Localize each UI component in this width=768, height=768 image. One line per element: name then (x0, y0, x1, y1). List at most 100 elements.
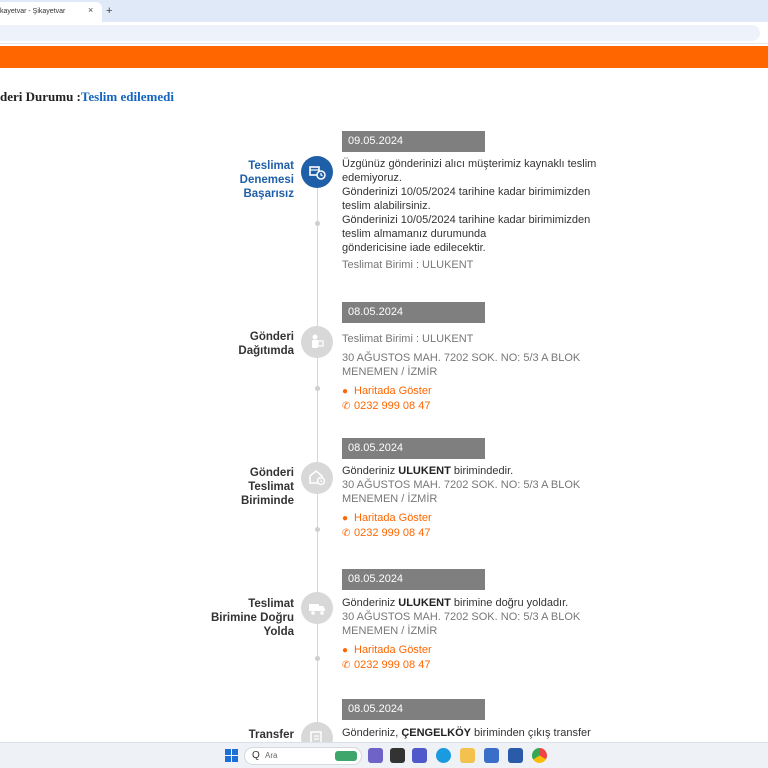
phone-number: 0232 999 08 47 (354, 527, 431, 539)
close-tab-icon[interactable]: × (88, 4, 98, 16)
timeline-entry-title: Transfer (194, 728, 294, 742)
message-text: Gönderiniz (342, 465, 399, 477)
taskbar-search[interactable]: Q Ara (244, 747, 362, 765)
title-line: Dağıtımda (238, 345, 294, 357)
delivery-unit: Teslimat Birimi : ULUKENT (342, 259, 474, 271)
message-text: birimine doğru yoldadır. (450, 597, 569, 609)
unit-name: ULUKENT (398, 597, 451, 609)
map-pin-icon: ● (342, 386, 349, 397)
chrome-icon[interactable] (532, 748, 547, 763)
title-line: Birimine Doğru (210, 612, 294, 624)
phone-icon: ✆ (342, 660, 351, 671)
address-line: MENEMEN / İZMİR (342, 625, 438, 637)
status-value: Teslim edilemedi (80, 89, 174, 104)
browser-tab-bar: kayetvar - Şikayetvar × + (0, 0, 768, 22)
phone-number: 0232 999 08 47 (354, 400, 431, 412)
entry-date: 09.05.2024 (342, 131, 485, 152)
search-placeholder: Ara (265, 751, 278, 760)
address-line: 30 AĞUSTOS MAH. 7202 SOK. NO: 5/3 A BLOK (342, 352, 581, 364)
map-link[interactable]: ● Haritada Göster (342, 384, 612, 399)
status-message: Gönderiniz, ÇENGELKÖY biriminden çıkış t… (342, 726, 612, 740)
browser-tab[interactable]: kayetvar - Şikayetvar (0, 2, 102, 22)
entry-details: Üzgünüz gönderinizi alıcı müşterimiz kay… (342, 157, 612, 272)
title-line: Teslimat (248, 160, 294, 172)
delivery-unit: Teslimat Birimi : ULUKENT (342, 333, 474, 345)
file-explorer-icon[interactable] (460, 748, 475, 763)
detail-line: teslim alabilirsiniz. (342, 200, 431, 212)
task-view-icon[interactable] (390, 748, 405, 763)
branch-icon (301, 462, 333, 494)
status-message: Gönderiniz ULUKENT birimine doğru yoldad… (342, 596, 612, 610)
detail-line: Üzgünüz gönderinizi alıcı müşterimiz kay… (342, 158, 597, 170)
url-field[interactable] (0, 25, 760, 41)
shipment-status: deri Durumu :Teslim edilemedi (0, 89, 174, 107)
unit-name: ÇENGELKÖY (401, 727, 471, 739)
address-line: 30 AĞUSTOS MAH. 7202 SOK. NO: 5/3 A BLOK (342, 611, 581, 623)
entry-details: Gönderiniz ULUKENT birimindedir. 30 AĞUS… (342, 464, 612, 541)
title-line: Transfer (248, 729, 294, 741)
timeline-dot (315, 221, 320, 226)
status-message: Gönderiniz ULUKENT birimindedir. (342, 464, 612, 478)
entry-details: Gönderiniz ULUKENT birimine doğru yoldad… (342, 596, 612, 673)
search-icon: Q (252, 750, 260, 761)
address-line: 30 AĞUSTOS MAH. 7202 SOK. NO: 5/3 A BLOK (342, 479, 581, 491)
detail-line: teslim almamanız durumunda (342, 228, 487, 240)
entry-date: 08.05.2024 (342, 302, 485, 323)
title-line: Denemesi (239, 174, 294, 186)
truck-icon (301, 592, 333, 624)
title-line: Teslimat (248, 598, 294, 610)
store-icon[interactable] (484, 748, 499, 763)
mail-icon[interactable] (508, 748, 523, 763)
entry-date: 08.05.2024 (342, 569, 485, 590)
address-line: MENEMEN / İZMİR (342, 493, 438, 505)
title-line: Teslimat (248, 481, 294, 493)
entry-date: 08.05.2024 (342, 699, 485, 720)
message-text: Gönderiniz (342, 597, 399, 609)
phone-icon: ✆ (342, 528, 351, 539)
phone-icon: ✆ (342, 401, 351, 412)
map-pin-icon: ● (342, 645, 349, 656)
site-header-bar (0, 46, 768, 68)
timeline-dot (315, 656, 320, 661)
title-line: Yolda (263, 626, 294, 638)
map-link-label: Haritada Göster (354, 644, 432, 656)
edge-icon[interactable] (436, 748, 451, 763)
phone-link[interactable]: ✆ 0232 999 08 47 (342, 526, 612, 541)
map-link[interactable]: ● Haritada Göster (342, 511, 612, 526)
new-tab-icon[interactable]: + (106, 4, 118, 18)
timeline-entry-title: Teslimat Denemesi Başarısız (194, 159, 294, 201)
status-label: deri Durumu : (0, 89, 81, 104)
message-text: Gönderiniz, (342, 727, 402, 739)
timeline-entry-title: Teslimat Birimine Doğru Yolda (194, 597, 294, 639)
phone-number: 0232 999 08 47 (354, 659, 431, 671)
message-text: biriminden çıkış transfer (471, 727, 591, 739)
map-link-label: Haritada Göster (354, 385, 432, 397)
timeline-dot (315, 386, 320, 391)
tab-title: kayetvar - Şikayetvar (0, 8, 66, 15)
phone-link[interactable]: ✆ 0232 999 08 47 (342, 399, 612, 414)
map-pin-icon: ● (342, 513, 349, 524)
courier-icon (301, 326, 333, 358)
entry-details: Teslimat Birimi : ULUKENT 30 AĞUSTOS MAH… (342, 332, 612, 414)
windows-taskbar: Q Ara (0, 742, 768, 768)
title-line: Gönderi (249, 331, 294, 343)
phone-link[interactable]: ✆ 0232 999 08 47 (342, 658, 612, 673)
timeline-dot (315, 527, 320, 532)
copilot-icon[interactable] (368, 748, 383, 763)
start-icon[interactable] (225, 749, 238, 762)
title-line: Gönderi (249, 467, 294, 479)
title-line: Biriminde (240, 495, 294, 507)
timeline-entry-title: Gönderi Dağıtımda (194, 330, 294, 358)
detail-line: göndericisine iade edilecektir. (342, 242, 486, 254)
detail-line: Gönderinizi 10/05/2024 tarihine kadar bi… (342, 186, 591, 198)
detail-line: edemiyoruz. (342, 172, 402, 184)
teams-icon[interactable] (412, 748, 427, 763)
timeline-entry-title: Gönderi Teslimat Biriminde (194, 466, 294, 508)
entry-details: Gönderiniz, ÇENGELKÖY biriminden çıkış t… (342, 726, 612, 740)
search-highlight-icon (335, 751, 357, 761)
message-text: birimindedir. (450, 465, 514, 477)
detail-line: Gönderinizi 10/05/2024 tarihine kadar bi… (342, 214, 591, 226)
map-link[interactable]: ● Haritada Göster (342, 643, 612, 658)
map-link-label: Haritada Göster (354, 512, 432, 524)
title-line: Başarısız (243, 188, 294, 200)
